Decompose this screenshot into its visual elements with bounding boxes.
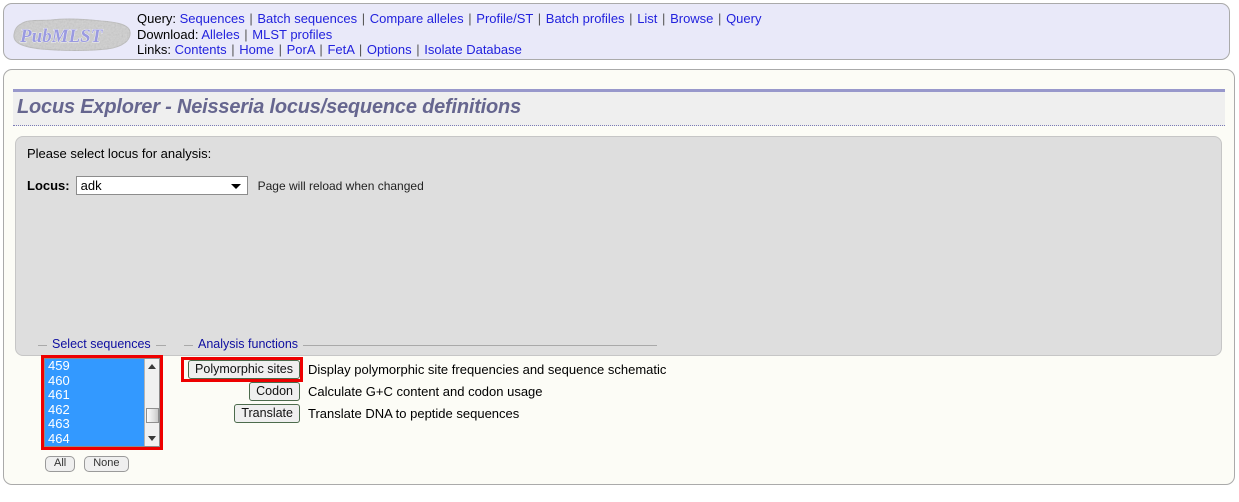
polymorphic-sites-button[interactable]: Polymorphic sites [188, 359, 300, 379]
nav-separator: | [416, 42, 420, 58]
nav-link-mlst-profiles[interactable]: MLST profiles [252, 27, 332, 42]
nav-link-contents[interactable]: Contents [175, 42, 227, 57]
list-item[interactable]: 462 [48, 402, 148, 418]
locus-select-value: adk [80, 178, 102, 193]
nav-link-isolate-database[interactable]: Isolate Database [424, 42, 522, 57]
sequence-listbox-options: 459 460 461 462 463 464 [45, 359, 148, 446]
triangle-up-icon [148, 364, 156, 369]
selection-buttons: All None [45, 456, 129, 472]
nav-separator: | [361, 11, 366, 26]
polymorphic-sites-description: Display polymorphic site frequencies and… [308, 361, 667, 377]
chevron-down-icon [230, 184, 241, 189]
nav-row-links-label: Links: [137, 42, 171, 58]
locus-label: Locus: [27, 178, 70, 193]
nav-row-query: Query: Sequences | Batch sequences | Com… [137, 11, 761, 27]
nav-separator: | [662, 11, 666, 26]
locus-selection-panel: Please select locus for analysis: Locus:… [15, 136, 1222, 472]
nav-link-compare-alleles[interactable]: Compare alleles [370, 11, 464, 26]
nav-link-options[interactable]: Options [367, 42, 412, 57]
nav-link-sequences-anchor[interactable]: Sequences [180, 11, 245, 26]
site-header: PubMLST Query: Sequences | Batch sequenc… [3, 3, 1230, 60]
translate-button[interactable]: Translate [234, 403, 300, 423]
select-all-button[interactable]: All [45, 456, 76, 472]
locus-reload-note: Page will reload when changed [257, 178, 424, 193]
function-button-cell: Polymorphic sites [184, 359, 300, 379]
function-button-cell: Codon [184, 381, 300, 401]
scroll-down-icon[interactable] [145, 432, 159, 446]
nav-link-browse[interactable]: Browse [670, 11, 713, 26]
nav-link-pora[interactable]: PorA [287, 42, 315, 57]
nav-row-download-label: Download: [137, 26, 199, 42]
codon-button[interactable]: Codon [249, 381, 300, 401]
nav-link-batch-sequences[interactable]: Batch sequences [257, 11, 357, 26]
locus-row: Locus: adk Page will reload when changed [27, 176, 424, 195]
analysis-function-rows: Polymorphic sites Display polymorphic si… [184, 358, 666, 424]
list-item[interactable]: 463 [48, 417, 148, 432]
nav-link-profile-st[interactable]: Profile/ST [476, 11, 533, 26]
nav-row-query-label: Query: [137, 11, 177, 26]
nav-separator: | [231, 42, 235, 58]
listbox-scrollbar[interactable] [144, 359, 159, 446]
triangle-down-icon [148, 436, 156, 441]
nav-link-query[interactable]: Query [726, 11, 761, 26]
nav-separator: | [468, 11, 472, 26]
nav-link-alleles[interactable]: Alleles [201, 27, 239, 42]
nav-separator: | [718, 11, 722, 26]
translate-description: Translate DNA to peptide sequences [308, 405, 520, 421]
list-item[interactable]: 459 [48, 359, 148, 374]
nav-separator: | [319, 42, 323, 58]
page-title: Locus Explorer - Neisseria locus/sequenc… [17, 96, 521, 118]
sequence-listbox[interactable]: 459 460 461 462 463 464 [44, 358, 160, 447]
nav-link-feta[interactable]: FetA [327, 42, 354, 57]
function-row-polymorphic-sites: Polymorphic sites Display polymorphic si… [184, 358, 666, 380]
select-sequences-legend: Select sequences [47, 337, 156, 351]
pubmlst-logo[interactable]: PubMLST [11, 18, 133, 52]
page-title-band: Locus Explorer - Neisseria locus/sequenc… [13, 89, 1225, 126]
list-item[interactable]: 461 [48, 388, 148, 403]
nav-row-download: Download: Alleles | MLST profiles [137, 27, 761, 43]
function-button-cell: Translate [184, 403, 300, 423]
panel-instruction: Please select locus for analysis: [27, 146, 212, 161]
nav-link-home[interactable]: Home [239, 42, 274, 57]
analysis-functions-legend: Analysis functions [193, 337, 304, 351]
svg-text:PubMLST: PubMLST [19, 26, 104, 47]
select-none-button[interactable]: None [84, 456, 129, 472]
header-navigation: Query: Sequences | Batch sequences | Com… [137, 11, 761, 58]
nav-row-links: Links: Contents | Home | PorA | FetA | O… [137, 42, 761, 58]
function-row-translate: Translate Translate DNA to peptide seque… [184, 402, 666, 424]
nav-link-list[interactable]: List [637, 11, 657, 26]
nav-separator: | [537, 11, 542, 26]
nav-separator: | [629, 11, 633, 26]
list-item[interactable]: 460 [48, 373, 148, 389]
function-row-codon: Codon Calculate G+C content and codon us… [184, 380, 666, 402]
scroll-up-icon[interactable] [145, 359, 159, 373]
scrollbar-thumb[interactable] [146, 408, 159, 423]
nav-separator: | [358, 42, 363, 58]
nav-separator: | [244, 26, 248, 42]
codon-description: Calculate G+C content and codon usage [308, 383, 543, 399]
nav-link-batch-profiles[interactable]: Batch profiles [546, 11, 625, 26]
nav-link-sequences: Sequences [180, 11, 245, 26]
nav-separator: | [278, 42, 282, 58]
nav-separator: | [249, 11, 253, 26]
locus-select[interactable]: adk [75, 176, 248, 195]
main-content-panel: Locus Explorer - Neisseria locus/sequenc… [3, 69, 1235, 485]
list-item[interactable]: 464 [48, 431, 148, 446]
